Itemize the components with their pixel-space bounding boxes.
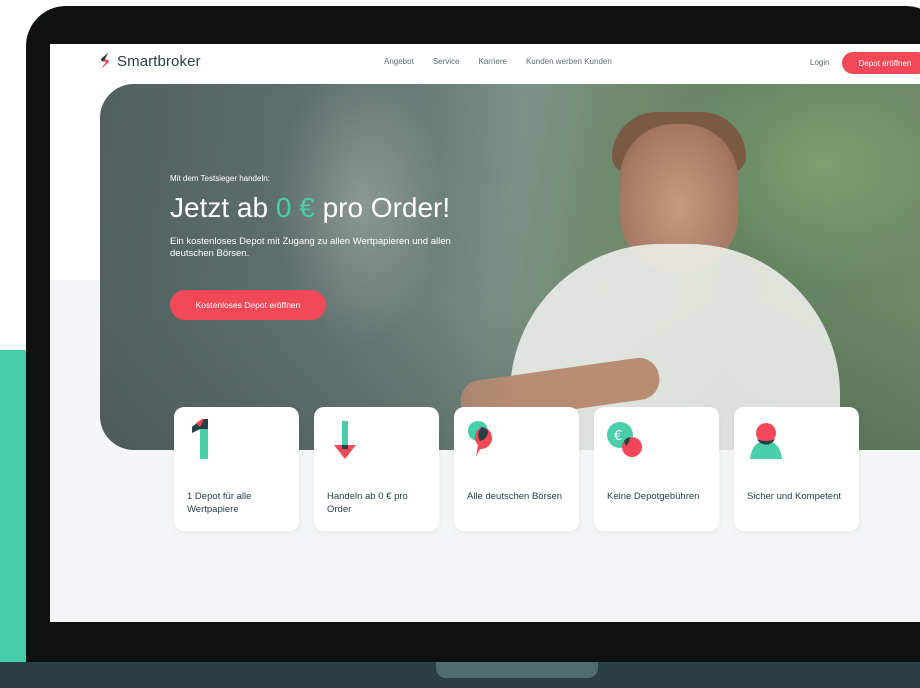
feature-card[interactable]: 1 Depot für alle Wertpapiere [174,407,299,531]
feature-label: Alle deutschen Börsen [467,491,563,502]
nav-links: Angebot Service Karriere Kunden werben K… [384,57,612,66]
feature-card[interactable]: Alle deutschen Börsen [454,407,579,531]
svg-text:€: € [614,429,622,444]
brand-name: Smartbroker [117,52,201,70]
feature-card[interactable]: Sicher und Kompetent [734,407,859,531]
hero-banner: Mit dem Testsieger handeln: Jetzt ab 0 €… [100,84,920,450]
number-one-icon [192,419,208,459]
feature-label: Sicher und Kompetent [747,491,842,502]
laptop-screen: Mit dem Testsieger handeln: Jetzt ab 0 €… [50,44,920,622]
hero-title-accent: 0 € [275,192,315,223]
feature-card[interactable]: € Keine Depotgebühren [594,407,719,531]
hero-text-shade [100,84,520,450]
feature-label: Keine Depotgebühren [607,491,700,502]
brand-logo[interactable]: Smartbroker [98,52,201,70]
person-icon [750,423,782,459]
hero-subtitle: Ein kostenloses Depot mit Zugang zu alle… [170,236,451,259]
open-free-depot-button[interactable]: Kostenloses Depot eröffnen [170,290,326,320]
speech-bubble-icon [468,421,493,457]
nav-link-kunden-werben-kunden[interactable]: Kunden werben Kunden [526,57,612,66]
top-navigation: Smartbroker Angebot Service Karriere Kun… [50,44,920,82]
hero-title-suffix: pro Order! [322,192,451,223]
hero-eyebrow: Mit dem Testsieger handeln: [170,174,270,183]
hero-title-prefix: Jetzt ab [170,192,269,223]
login-link[interactable]: Login [810,58,830,67]
feature-label: Handeln ab 0 € pro Order [327,491,408,515]
smartbroker-logo-icon [101,53,109,69]
nav-link-service[interactable]: Service [433,57,460,66]
nav-link-karriere[interactable]: Karriere [479,57,507,66]
open-depot-button[interactable]: Depot eröffnen [842,52,920,74]
feature-card[interactable]: Handeln ab 0 € pro Order [314,407,439,531]
euro-coin-icon: € [607,422,642,457]
hero-title: Jetzt ab 0 € pro Order! [170,192,450,224]
nav-link-angebot[interactable]: Angebot [384,57,414,66]
laptop-notch [436,662,598,678]
arrow-down-icon [334,421,356,459]
feature-label: 1 Depot für alle Wertpapiere [187,491,252,515]
